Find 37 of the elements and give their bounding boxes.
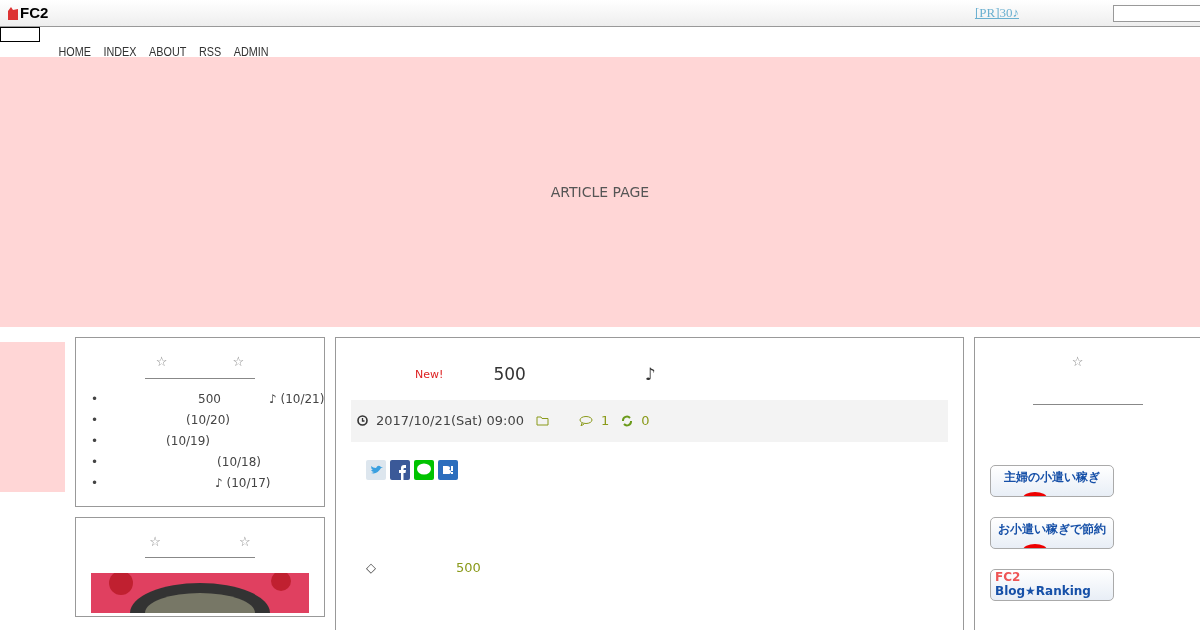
banner-button[interactable]: 主婦の小遣い稼ぎ — [990, 464, 1114, 497]
banner-button[interactable]: お小遣い稼ぎで節約 — [990, 516, 1114, 549]
logo-icon — [6, 5, 20, 21]
hero-title: ARTICLE PAGE — [550, 182, 650, 202]
panel-title: ☆ ☆ — [148, 532, 252, 551]
nav-link[interactable]: ADMIN — [233, 43, 269, 61]
bullet: • — [91, 390, 99, 408]
post-link[interactable]: ♪ (10/17) — [215, 472, 271, 494]
comment-icon[interactable] — [579, 415, 593, 426]
diamond-mark: ◇ — [366, 558, 376, 577]
bullet: • — [91, 453, 99, 471]
post-date: 2017/10/21(Sat) 09:00 — [376, 411, 524, 430]
refresh-icon[interactable] — [621, 414, 634, 427]
nav-link[interactable]: RSS — [198, 43, 222, 61]
post-link[interactable]: 500 ♪ (10/21) — [198, 388, 325, 410]
bullet: • — [91, 432, 99, 450]
panel-title: ☆ ☆ — [154, 353, 246, 371]
folder-icon[interactable] — [536, 415, 549, 426]
post-link[interactable]: (10/18) — [217, 451, 262, 473]
banner-button[interactable]: FC2 Blog★Ranking — [990, 568, 1114, 601]
search-field[interactable] — [1113, 4, 1200, 22]
post-link[interactable]: (10/20) — [186, 409, 231, 431]
article-title: 500 ♪ — [493, 363, 656, 386]
panel-title: ☆ — [1070, 353, 1085, 371]
bullet: • — [91, 411, 99, 429]
nav-link[interactable]: INDEX — [103, 43, 137, 61]
clock-icon — [357, 415, 368, 426]
nav-link[interactable]: HOME — [58, 43, 91, 61]
nav-link[interactable]: ABOUT — [149, 43, 187, 61]
bird-share-icon[interactable] — [366, 459, 386, 480]
bullet: • — [91, 474, 99, 492]
new-label: New! — [415, 366, 444, 383]
post-link[interactable]: (10/19) — [166, 430, 211, 452]
facebook-share-icon[interactable] — [390, 459, 410, 480]
bookmark-share-icon[interactable] — [438, 459, 458, 480]
empty-box — [0, 27, 40, 42]
logo[interactable]: FC2 — [20, 1, 49, 25]
